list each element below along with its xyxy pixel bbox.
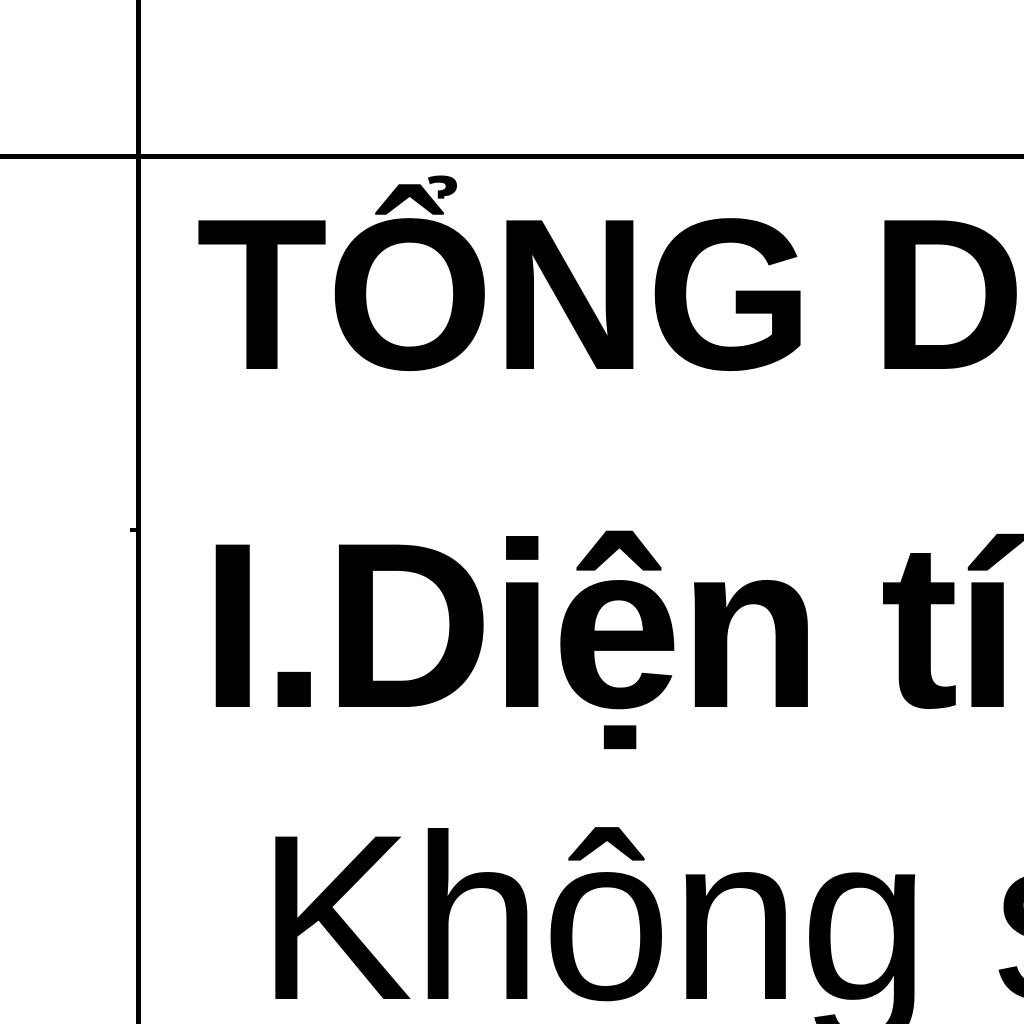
section-title: I.Diện tí <box>200 494 1020 758</box>
heading-text: TỔNG DI <box>196 173 1024 415</box>
cell-border-tick <box>130 528 138 532</box>
row-border <box>0 154 1024 159</box>
cell-text: Không s <box>256 786 1024 1024</box>
spreadsheet-zoomed-view: TỔNG DI I.Diện tí Không s <box>0 0 1024 1024</box>
